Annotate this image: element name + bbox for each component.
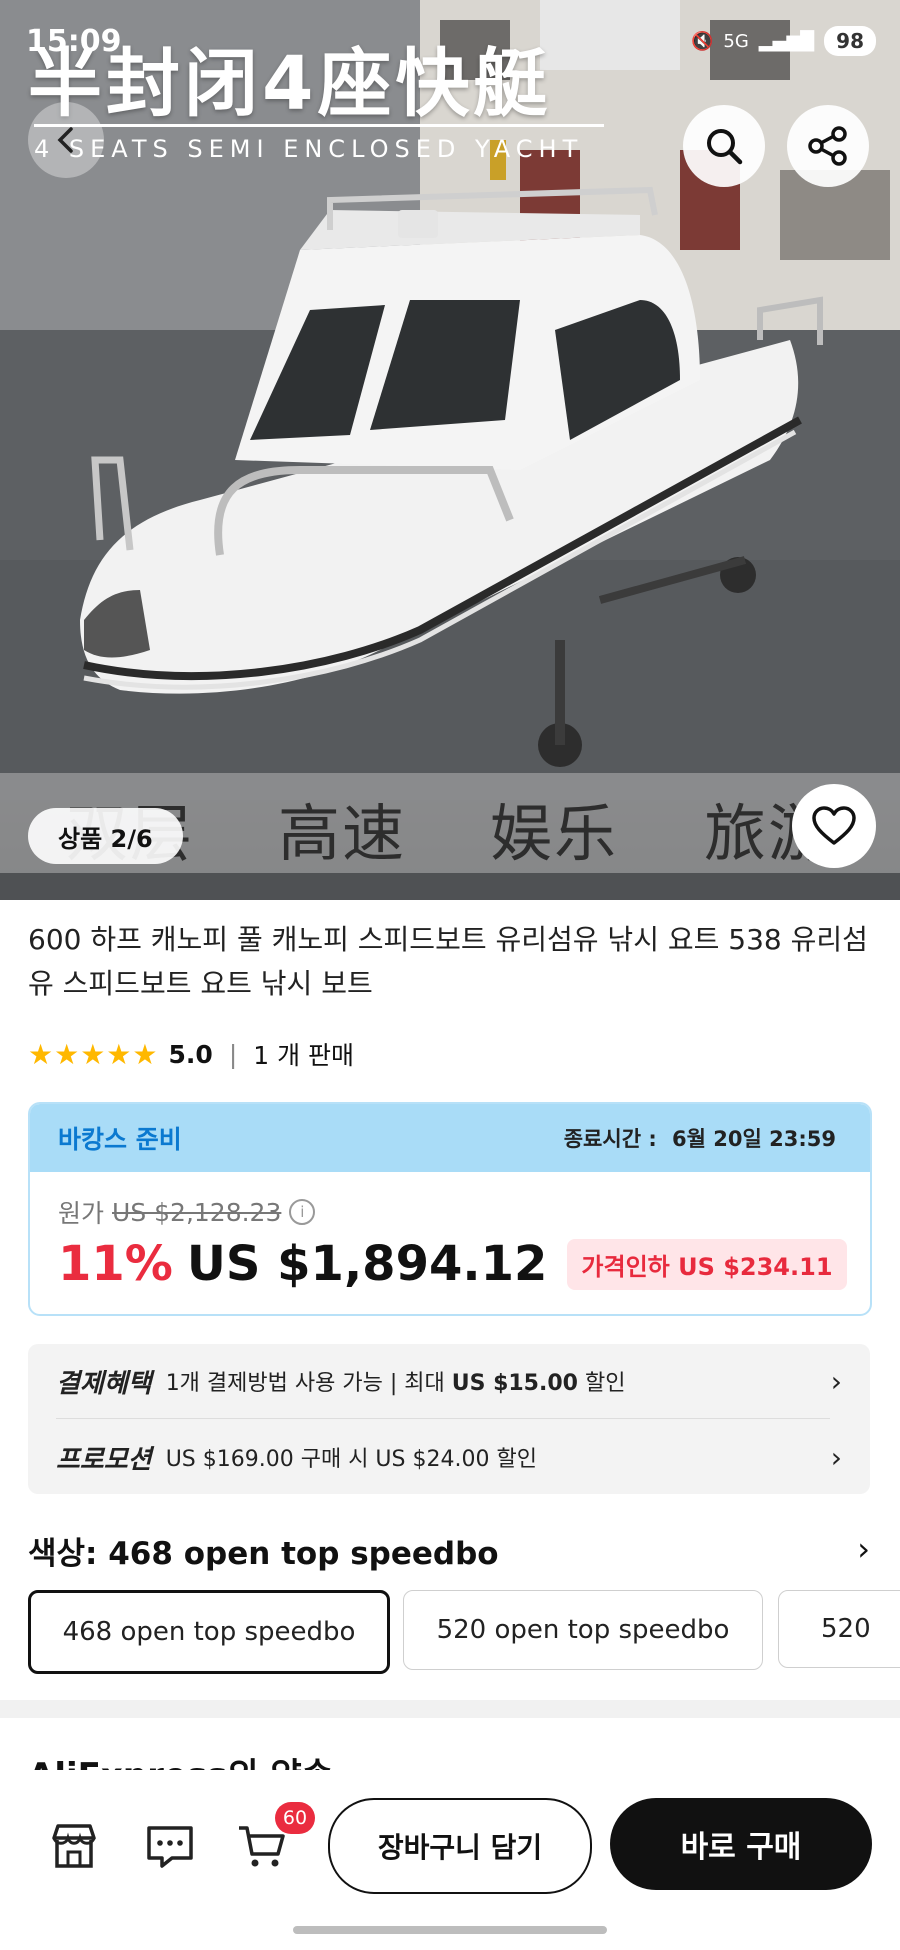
discount-percent: 11% (58, 1236, 173, 1292)
hero-title-en: 4 SEATS SEMI ENCLOSED YACHT (34, 135, 584, 163)
color-option-selected[interactable]: 468 open top speedbo (28, 1590, 390, 1674)
benefit-divider (56, 1418, 830, 1419)
promotion-label: 프로모션 (56, 1444, 152, 1475)
payment-benefit-text-pre: 1개 결제방법 사용 가능 | 최대 (165, 1371, 452, 1396)
banner-word: 娱乐 (490, 797, 619, 870)
sold-count: 1 개 판매 (253, 1041, 355, 1070)
network-label: 5G (723, 30, 749, 52)
color-option[interactable]: 520 (778, 1590, 900, 1668)
search-button[interactable] (683, 105, 765, 187)
sale-price: US $1,894.12 (186, 1236, 548, 1292)
promo-header: 바캉스 준비 종료시간 : 6월 20일 23:59 (30, 1104, 870, 1172)
image-counter: 상품 2/6 (28, 808, 183, 864)
payment-benefit-amount: US $15.00 (451, 1371, 578, 1396)
info-icon[interactable]: i (289, 1199, 316, 1225)
original-price: US $2,128.23 (112, 1197, 282, 1227)
star-rating-icons: ★★★★★ (28, 1037, 159, 1071)
chat-icon[interactable] (144, 1820, 196, 1872)
mute-icon: 🔇 (690, 30, 714, 52)
color-option[interactable]: 520 open top speedbo (403, 1590, 763, 1670)
payment-benefit-text-post: 할인 (577, 1371, 626, 1396)
cart-count-badge: 60 (275, 1802, 315, 1834)
banner-word: 高速 (278, 797, 407, 870)
wishlist-button[interactable] (792, 784, 876, 868)
rating-row[interactable]: ★★★★★ 5.0 | 1 개 판매 (28, 1036, 354, 1072)
status-time: 15:09 (26, 24, 122, 59)
end-time-label: 종료시간 : (563, 1127, 657, 1151)
payment-benefit-row[interactable]: 결제혜택 1개 결제방법 사용 가능 | 최대 US $15.00 할인 › (56, 1344, 856, 1418)
end-time-value: 6월 20일 23:59 (672, 1127, 836, 1151)
heart-icon (812, 806, 856, 845)
original-price-label: 원가 (58, 1199, 105, 1228)
benefits-panel: 결제혜택 1개 결제방법 사용 가능 | 최대 US $15.00 할인 › 프… (28, 1344, 870, 1494)
product-title: 600 하프 캐노피 풀 캐노피 스피드보트 유리섬유 낚시 요트 538 유리… (28, 923, 868, 1000)
search-icon (707, 129, 743, 165)
payment-benefit-text: 1개 결제방법 사용 가능 | 최대 US $15.00 할인 (166, 1365, 626, 1397)
chevron-left-icon (57, 127, 73, 153)
price-card: 바캉스 준비 종료시간 : 6월 20일 23:59 원가 US $2,128.… (28, 1102, 872, 1316)
original-price-row: 원가 US $2,128.23 i (58, 1194, 316, 1230)
section-divider (0, 1700, 900, 1718)
rating-value: 5.0 (168, 1039, 213, 1069)
share-button[interactable] (787, 105, 869, 187)
back-button[interactable] (28, 102, 104, 178)
buy-now-button[interactable]: 바로 구매 (610, 1798, 872, 1890)
signal-icon: ▂▄▆█ (758, 30, 815, 52)
promo-label: 바캉스 준비 (58, 1125, 182, 1154)
rating-separator: | (228, 1039, 238, 1069)
price-row: 11% US $1,894.12 가격인하 US $234.11 (58, 1236, 847, 1292)
chevron-right-icon: › (830, 1364, 842, 1398)
color-heading[interactable]: 색상: 468 open top speedbo (28, 1528, 499, 1573)
add-to-cart-button[interactable]: 장바구니 담기 (328, 1798, 592, 1894)
battery-indicator: 98 (824, 26, 876, 56)
price-cut-badge: 가격인하 US $234.11 (567, 1238, 847, 1290)
promotion-row[interactable]: 프로모션 US $169.00 구매 시 US $24.00 할인 › (56, 1420, 856, 1494)
promotion-text: US $169.00 구매 시 US $24.00 할인 (165, 1447, 537, 1472)
hero-divider (34, 124, 604, 127)
share-icon (808, 126, 847, 166)
promo-end-time: 종료시간 : 6월 20일 23:59 (564, 1123, 836, 1153)
chevron-right-icon[interactable]: › (857, 1530, 870, 1568)
status-icons: 🔇 5G ▂▄▆█ 98 (691, 26, 876, 56)
product-image-gallery[interactable]: 半封闭4座快艇 4 SEATS SEMI ENCLOSED YACHT 15:0… (0, 0, 900, 900)
payment-benefit-label: 결제혜택 (56, 1368, 152, 1399)
store-icon[interactable] (48, 1820, 100, 1872)
chevron-right-icon: › (830, 1440, 842, 1474)
home-indicator[interactable] (293, 1926, 607, 1934)
